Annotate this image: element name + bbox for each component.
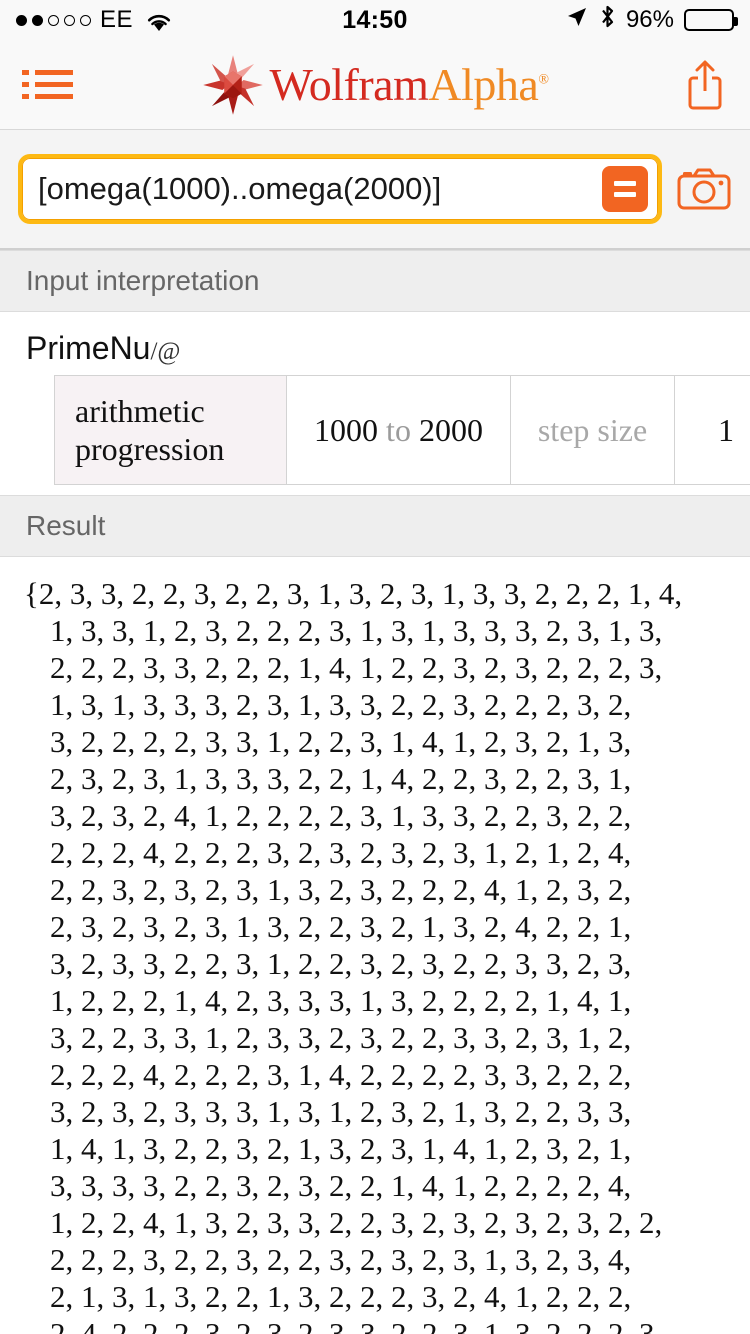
pod-title-result: Result [0, 495, 750, 557]
camera-icon[interactable] [676, 165, 732, 213]
result-line: 1, 2, 2, 2, 1, 4, 2, 3, 3, 3, 1, 3, 2, 2… [50, 983, 632, 1018]
brand-wordmark: WolframAlpha® [269, 58, 549, 110]
step-size-label: step size [511, 376, 675, 484]
brand-logo: WolframAlpha® [0, 54, 750, 116]
result-line: 2, 4, 2, 2, 2, 3, 2, 3, 2, 3, 3, 2, 2, 3… [50, 1316, 663, 1334]
battery-icon [684, 9, 738, 31]
result-line: 1, 4, 1, 3, 2, 2, 3, 2, 1, 3, 2, 3, 1, 4… [50, 1131, 632, 1166]
pod-title-input-interpretation: Input interpretation [0, 250, 750, 312]
equals-submit-button[interactable] [602, 166, 648, 212]
battery-percentage: 96% [625, 6, 674, 33]
primenu-text: PrimeNu [26, 330, 151, 366]
result-line: 2, 2, 2, 3, 2, 2, 3, 2, 2, 3, 2, 3, 2, 3… [50, 1242, 632, 1277]
search-input-value[interactable]: [omega(1000)..omega(2000)] [38, 171, 602, 207]
result-line: 3, 2, 2, 2, 2, 3, 3, 1, 2, 2, 3, 1, 4, 1… [50, 724, 632, 759]
status-bar: EE 14:50 96% [0, 0, 750, 40]
share-upload-icon[interactable] [682, 58, 728, 112]
result-line: 1, 3, 1, 3, 3, 3, 2, 3, 1, 3, 3, 2, 2, 3… [50, 687, 632, 722]
pod-body-input-interpretation: PrimeNu/@ arithmetic progression 1000 to 2… [0, 312, 750, 495]
result-line: 3, 2, 2, 3, 3, 1, 2, 3, 3, 2, 3, 2, 2, 3… [50, 1020, 632, 1055]
result-line: 2, 2, 2, 4, 2, 2, 2, 3, 1, 4, 2, 2, 2, 2… [50, 1057, 632, 1092]
input-interpretation-table: arithmetic progression 1000 to 2000 step s… [54, 375, 750, 485]
app-header: WolframAlpha® [0, 40, 750, 130]
result-line: 3, 2, 3, 2, 3, 3, 3, 1, 3, 1, 2, 3, 2, 1… [50, 1094, 632, 1129]
bluetooth-icon [599, 4, 616, 36]
arithmetic-progression-label: arithmetic progression [55, 376, 287, 484]
result-line: 2, 2, 2, 4, 2, 2, 2, 3, 2, 3, 2, 3, 2, 3… [50, 835, 632, 870]
result-line: 2, 3, 2, 3, 2, 3, 1, 3, 2, 2, 3, 2, 1, 3… [50, 909, 632, 944]
range-value: 1000 to 2000 [287, 376, 511, 484]
result-line: {2, 3, 3, 2, 2, 3, 2, 2, 3, 1, 3, 2, 3, … [24, 576, 683, 611]
step-size-value: 1 [718, 411, 734, 448]
list-menu-icon[interactable] [22, 63, 82, 106]
map-operator-text: /@ [150, 338, 181, 365]
result-number-list: {2, 3, 3, 2, 2, 3, 2, 2, 3, 1, 3, 2, 3, … [0, 557, 750, 1334]
search-bar-container: [omega(1000)..omega(2000)] [0, 130, 750, 250]
function-name-label: PrimeNu/@ [26, 330, 724, 367]
result-line: 1, 3, 3, 1, 2, 3, 2, 2, 2, 3, 1, 3, 1, 3… [50, 613, 663, 648]
result-line: 2, 2, 3, 2, 3, 2, 3, 1, 3, 2, 3, 2, 2, 2… [50, 872, 632, 907]
location-arrow-icon [565, 5, 589, 36]
wolfram-spikey-icon [202, 54, 264, 116]
brand-wolfram-text: Wolfram [269, 58, 429, 110]
result-line: 2, 1, 3, 1, 3, 2, 2, 1, 3, 2, 2, 2, 3, 2… [50, 1279, 632, 1314]
result-line: 1, 2, 2, 4, 1, 3, 2, 3, 3, 2, 2, 3, 2, 3… [50, 1205, 663, 1240]
result-line: 3, 2, 3, 2, 4, 1, 2, 2, 2, 2, 3, 1, 3, 3… [50, 798, 632, 833]
result-line: 2, 2, 2, 3, 3, 2, 2, 2, 1, 4, 1, 2, 2, 3… [50, 650, 663, 685]
brand-registered-mark: ® [538, 72, 549, 88]
search-input[interactable]: [omega(1000)..omega(2000)] [18, 154, 662, 224]
result-line: 3, 3, 3, 3, 2, 2, 3, 2, 3, 2, 2, 1, 4, 1… [50, 1168, 632, 1203]
brand-alpha-text: Alpha [428, 58, 539, 110]
status-right-group: 96% [565, 4, 738, 36]
result-line: 3, 2, 3, 3, 2, 2, 3, 1, 2, 2, 3, 2, 3, 2… [50, 946, 632, 981]
result-line: 2, 3, 2, 3, 1, 3, 3, 3, 2, 2, 1, 4, 2, 2… [50, 761, 632, 796]
range-to-word: to [386, 411, 411, 448]
range-from: 1000 [314, 411, 379, 448]
range-to: 2000 [418, 411, 483, 448]
